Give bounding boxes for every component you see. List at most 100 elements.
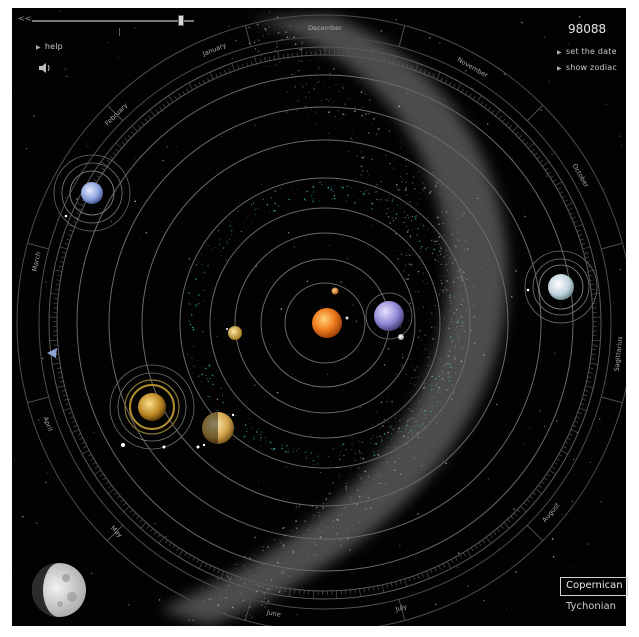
star bbox=[402, 418, 404, 420]
asteroid bbox=[449, 376, 451, 378]
star bbox=[385, 129, 387, 131]
calendar-tick bbox=[59, 261, 65, 263]
star bbox=[139, 238, 141, 240]
star bbox=[333, 67, 335, 70]
neptune-icon[interactable] bbox=[53, 154, 131, 232]
star bbox=[448, 400, 449, 402]
mars-icon[interactable] bbox=[228, 326, 242, 340]
star bbox=[361, 432, 363, 434]
star bbox=[300, 115, 302, 116]
star bbox=[434, 368, 435, 370]
star bbox=[400, 326, 402, 328]
star bbox=[427, 247, 429, 249]
show-zodiac-link[interactable]: ▶ show zodiac bbox=[557, 63, 617, 72]
asteroid bbox=[388, 198, 390, 199]
slider-track[interactable] bbox=[32, 20, 194, 22]
star bbox=[270, 579, 273, 582]
star bbox=[408, 319, 410, 321]
tychonian-button[interactable]: Tychonian bbox=[566, 601, 616, 612]
solar-system-view[interactable]: DecemberNovemberOctoberSagittariusAugust… bbox=[0, 0, 639, 637]
calendar-tick bbox=[168, 95, 174, 103]
star bbox=[395, 406, 397, 407]
star bbox=[308, 60, 310, 62]
star bbox=[411, 265, 413, 267]
star bbox=[387, 426, 389, 427]
star bbox=[483, 600, 485, 602]
asteroid bbox=[435, 384, 437, 387]
asteroid bbox=[247, 428, 248, 429]
jupiter-icon[interactable] bbox=[196, 412, 235, 449]
star bbox=[393, 436, 394, 438]
star bbox=[291, 565, 293, 567]
calendar-tick bbox=[178, 549, 184, 558]
star bbox=[288, 90, 290, 92]
venus-icon[interactable] bbox=[365, 292, 413, 340]
uranus-icon[interactable] bbox=[524, 250, 598, 324]
star bbox=[265, 603, 267, 605]
star bbox=[436, 560, 437, 562]
asteroid bbox=[222, 393, 224, 394]
asteroid bbox=[207, 264, 209, 267]
star bbox=[529, 426, 531, 428]
star bbox=[398, 544, 401, 547]
asteroid bbox=[333, 194, 336, 197]
set-date-link[interactable]: ▶ set the date bbox=[557, 47, 617, 56]
star bbox=[14, 90, 16, 92]
star bbox=[336, 519, 338, 521]
calendar-tick bbox=[579, 407, 587, 411]
star bbox=[356, 489, 359, 492]
star bbox=[305, 96, 307, 98]
star bbox=[424, 450, 426, 452]
star bbox=[376, 183, 378, 186]
rewind-button[interactable]: << bbox=[18, 14, 31, 23]
star bbox=[441, 459, 444, 462]
asteroid bbox=[440, 275, 442, 277]
star bbox=[315, 508, 316, 510]
time-slider[interactable]: << bbox=[18, 14, 194, 36]
calendar-tick bbox=[512, 125, 519, 132]
calendar-tick bbox=[577, 412, 582, 414]
slider-handle[interactable] bbox=[178, 15, 185, 26]
star bbox=[398, 457, 400, 459]
calendar-tick bbox=[575, 416, 580, 419]
calendar-tick bbox=[59, 246, 68, 250]
copernican-label: Copernican bbox=[566, 580, 623, 591]
mercury-icon[interactable] bbox=[331, 287, 339, 295]
star bbox=[274, 29, 276, 31]
star bbox=[363, 156, 365, 158]
star bbox=[368, 593, 370, 595]
star bbox=[394, 416, 397, 419]
sun-icon[interactable] bbox=[312, 308, 342, 338]
asteroid bbox=[451, 384, 454, 386]
calendar-tick bbox=[62, 394, 67, 397]
star bbox=[568, 43, 569, 45]
triangle-marker-icon[interactable] bbox=[47, 348, 57, 358]
star bbox=[384, 205, 386, 207]
asteroid bbox=[256, 431, 258, 433]
star bbox=[227, 597, 228, 599]
star bbox=[383, 484, 385, 486]
star bbox=[441, 377, 444, 380]
moon-phase-icon[interactable] bbox=[32, 563, 86, 617]
asteroid bbox=[440, 392, 441, 393]
star bbox=[393, 469, 396, 472]
asteroid bbox=[439, 250, 441, 252]
calendar-tick bbox=[146, 525, 150, 529]
star bbox=[176, 146, 177, 148]
asteroid bbox=[191, 357, 193, 359]
star bbox=[364, 470, 367, 473]
star bbox=[460, 355, 462, 357]
calendar-tick bbox=[71, 429, 80, 433]
speaker-icon[interactable] bbox=[38, 62, 52, 74]
star bbox=[61, 259, 62, 261]
star bbox=[437, 260, 439, 262]
star bbox=[290, 529, 292, 531]
star bbox=[256, 583, 258, 585]
calendar-tick bbox=[453, 84, 456, 88]
calendar-tick bbox=[158, 536, 165, 544]
asteroid bbox=[430, 388, 433, 391]
star bbox=[414, 151, 415, 153]
star bbox=[66, 75, 68, 78]
star bbox=[441, 373, 442, 375]
help-link[interactable]: ▶ help bbox=[36, 42, 63, 51]
